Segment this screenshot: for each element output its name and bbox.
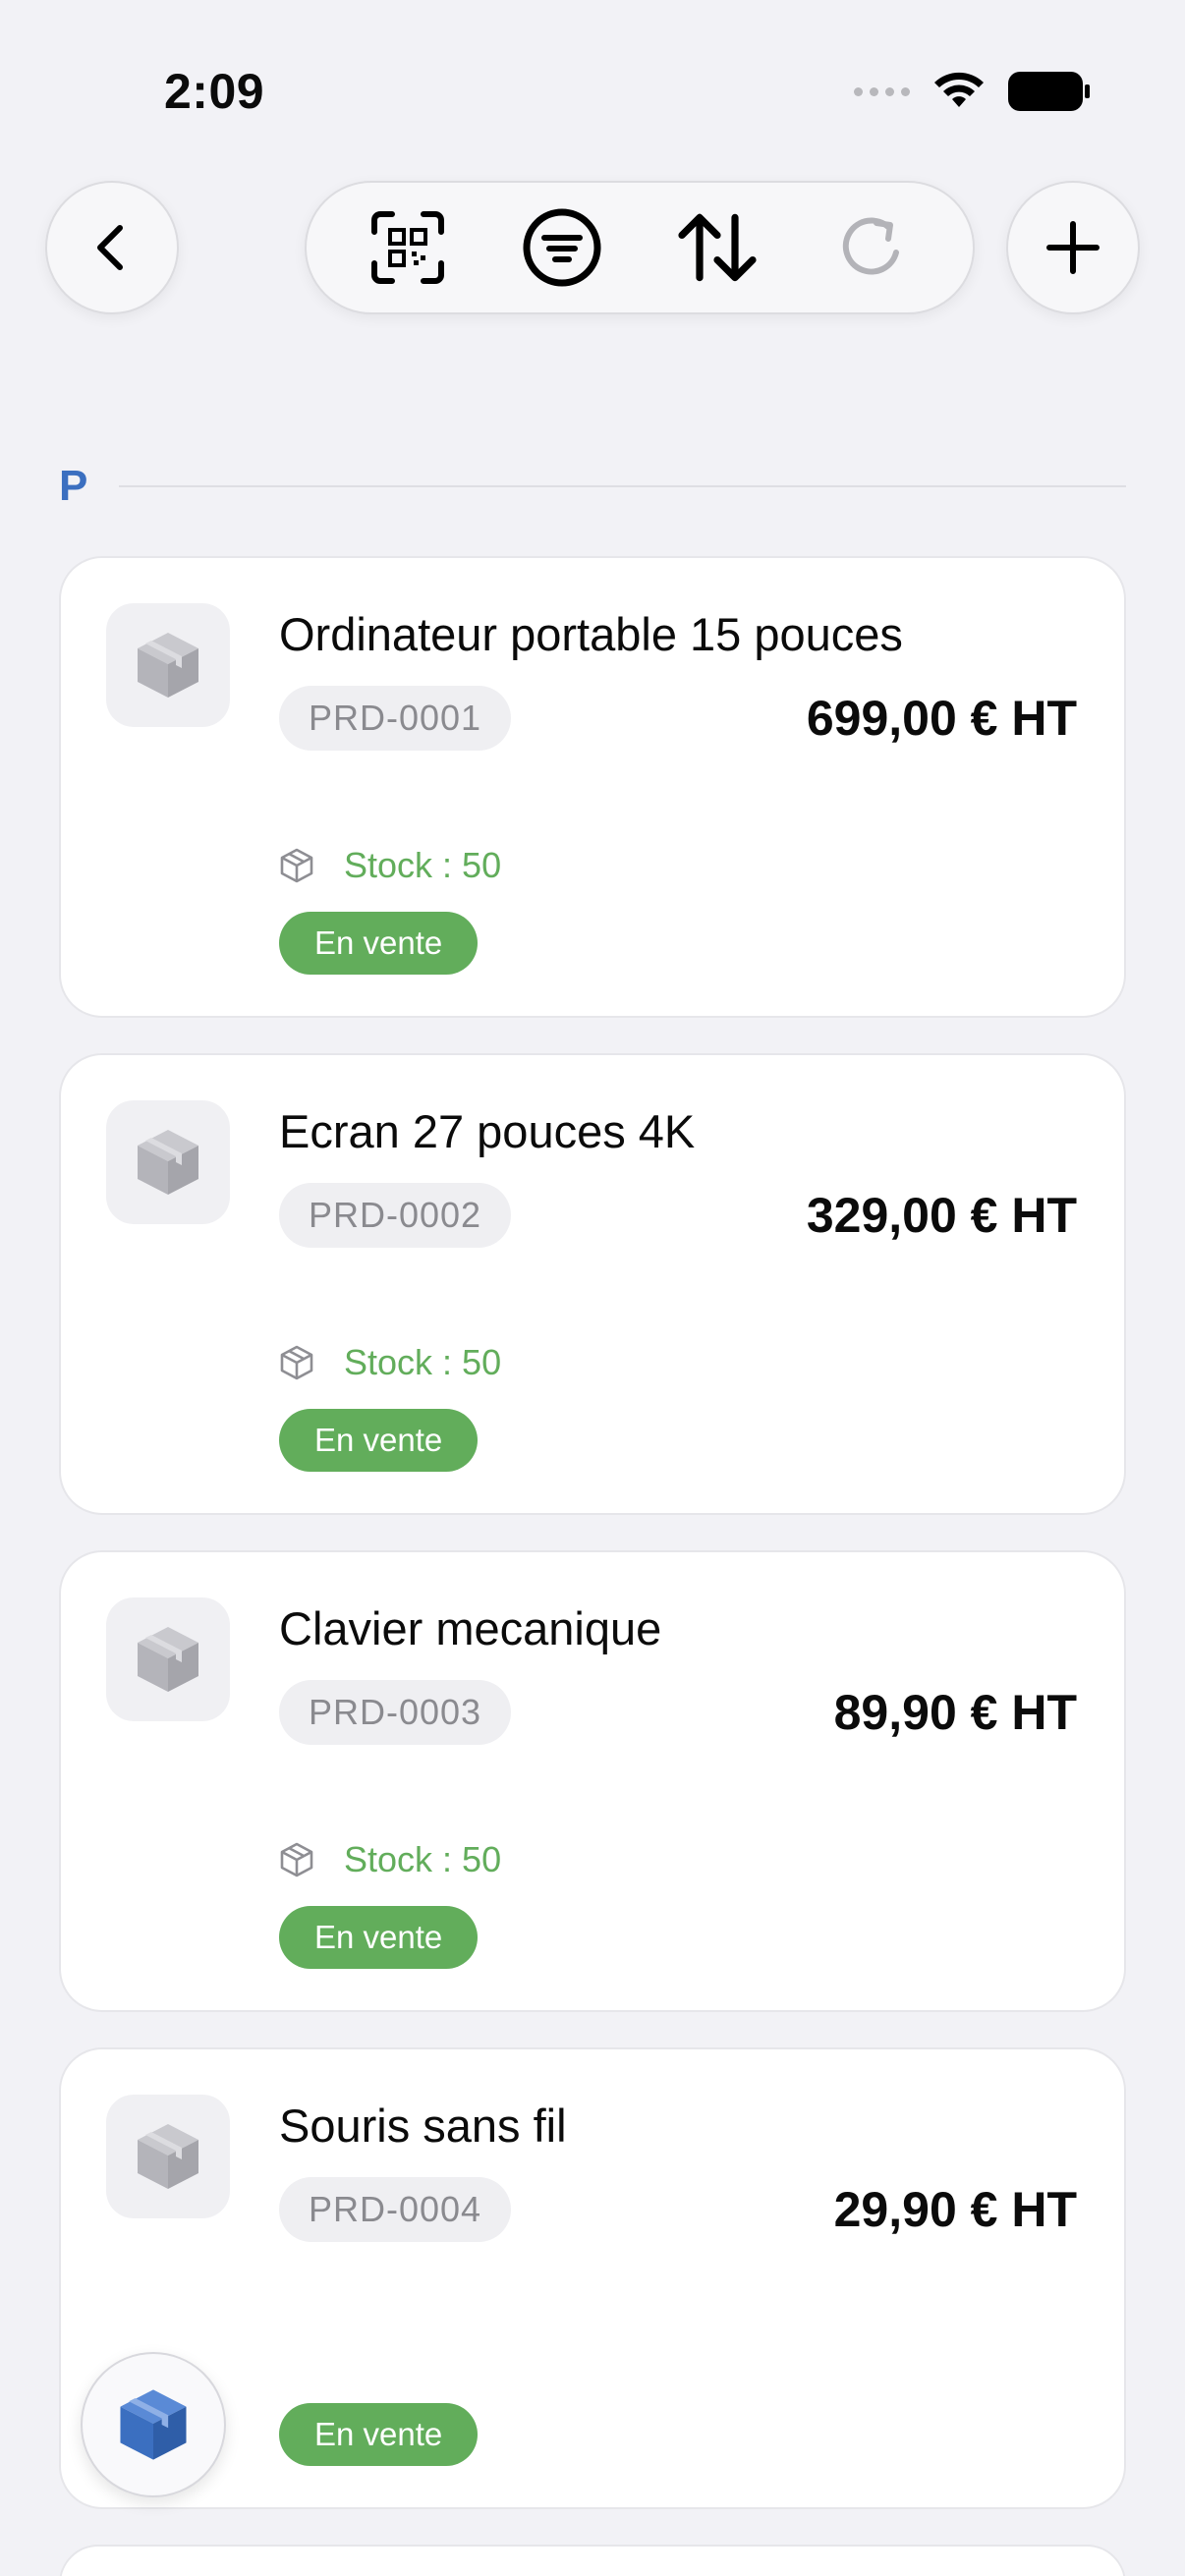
- product-card[interactable]: [59, 2545, 1126, 2576]
- sort-icon: [678, 213, 757, 282]
- product-price: 699,00 € HT: [806, 691, 1077, 746]
- product-ref-badge: PRD-0002: [279, 1183, 512, 1248]
- status-badge: En vente: [279, 2403, 479, 2466]
- product-thumbnail: [106, 1100, 230, 1224]
- product-card[interactable]: Ecran 27 pouces 4K PRD-0002 329,00 € HT …: [59, 1053, 1126, 1515]
- chevron-left-icon: [97, 225, 123, 270]
- stock-box-icon: [280, 848, 313, 883]
- refresh-button[interactable]: [827, 203, 916, 292]
- refresh-icon: [843, 217, 900, 275]
- section-divider: [119, 485, 1126, 487]
- product-stock: Stock : 50: [279, 1839, 501, 1880]
- product-thumbnail: [106, 2095, 230, 2218]
- toolbar-actions: [305, 181, 975, 314]
- add-product-button[interactable]: [1006, 181, 1140, 314]
- package-icon: [138, 2124, 198, 2189]
- product-price: 89,90 € HT: [833, 1685, 1077, 1740]
- sort-button[interactable]: [673, 203, 762, 292]
- package-icon: [120, 2389, 187, 2460]
- product-ref-badge: PRD-0004: [279, 2177, 512, 2242]
- battery-icon: [1008, 72, 1090, 111]
- product-ref-badge: PRD-0003: [279, 1680, 512, 1745]
- product-stock: Stock : 50: [279, 845, 501, 886]
- product-name: Ordinateur portable 15 pouces: [279, 608, 903, 660]
- qr-scan-icon: [370, 211, 444, 284]
- product-card[interactable]: Clavier mecanique PRD-0003 89,90 € HT St…: [59, 1550, 1126, 2012]
- scan-button[interactable]: [364, 203, 452, 292]
- back-button[interactable]: [45, 181, 179, 314]
- section-header: P: [59, 462, 1126, 511]
- product-name: Souris sans fil: [279, 2100, 567, 2152]
- stock-label: Stock : 50: [344, 1342, 502, 1382]
- stock-label: Stock : 50: [344, 845, 502, 885]
- product-name: Ecran 27 pouces 4K: [279, 1105, 696, 1157]
- filter-button[interactable]: [518, 203, 606, 292]
- product-card[interactable]: Ordinateur portable 15 pouces PRD-0001 6…: [59, 556, 1126, 1018]
- plus-icon: [1046, 221, 1100, 274]
- product-price: 29,90 € HT: [833, 2182, 1077, 2237]
- status-badge: En vente: [279, 1906, 479, 1969]
- status-indicators: [854, 71, 1091, 112]
- product-price: 329,00 € HT: [806, 1188, 1077, 1243]
- package-icon: [138, 1130, 198, 1195]
- product-ref-badge: PRD-0001: [279, 686, 512, 751]
- wifi-icon: [934, 72, 984, 107]
- status-badge: En vente: [279, 912, 479, 975]
- stock-label: Stock : 50: [344, 1839, 502, 1879]
- status-time: 2:09: [164, 64, 265, 119]
- products-fab-button[interactable]: [81, 2352, 226, 2497]
- package-icon: [138, 633, 198, 698]
- filter-icon: [523, 208, 601, 287]
- status-badge: En vente: [279, 1409, 479, 1472]
- package-icon: [138, 1627, 198, 1692]
- section-letter: P: [59, 462, 88, 510]
- product-stock: Stock : 50: [279, 1342, 501, 1383]
- product-thumbnail: [106, 603, 230, 727]
- cellular-signal-icon: [854, 86, 910, 96]
- product-name: Clavier mecanique: [279, 1602, 662, 1654]
- stock-box-icon: [280, 1842, 313, 1877]
- stock-box-icon: [280, 1345, 313, 1380]
- product-thumbnail: [106, 1597, 230, 1721]
